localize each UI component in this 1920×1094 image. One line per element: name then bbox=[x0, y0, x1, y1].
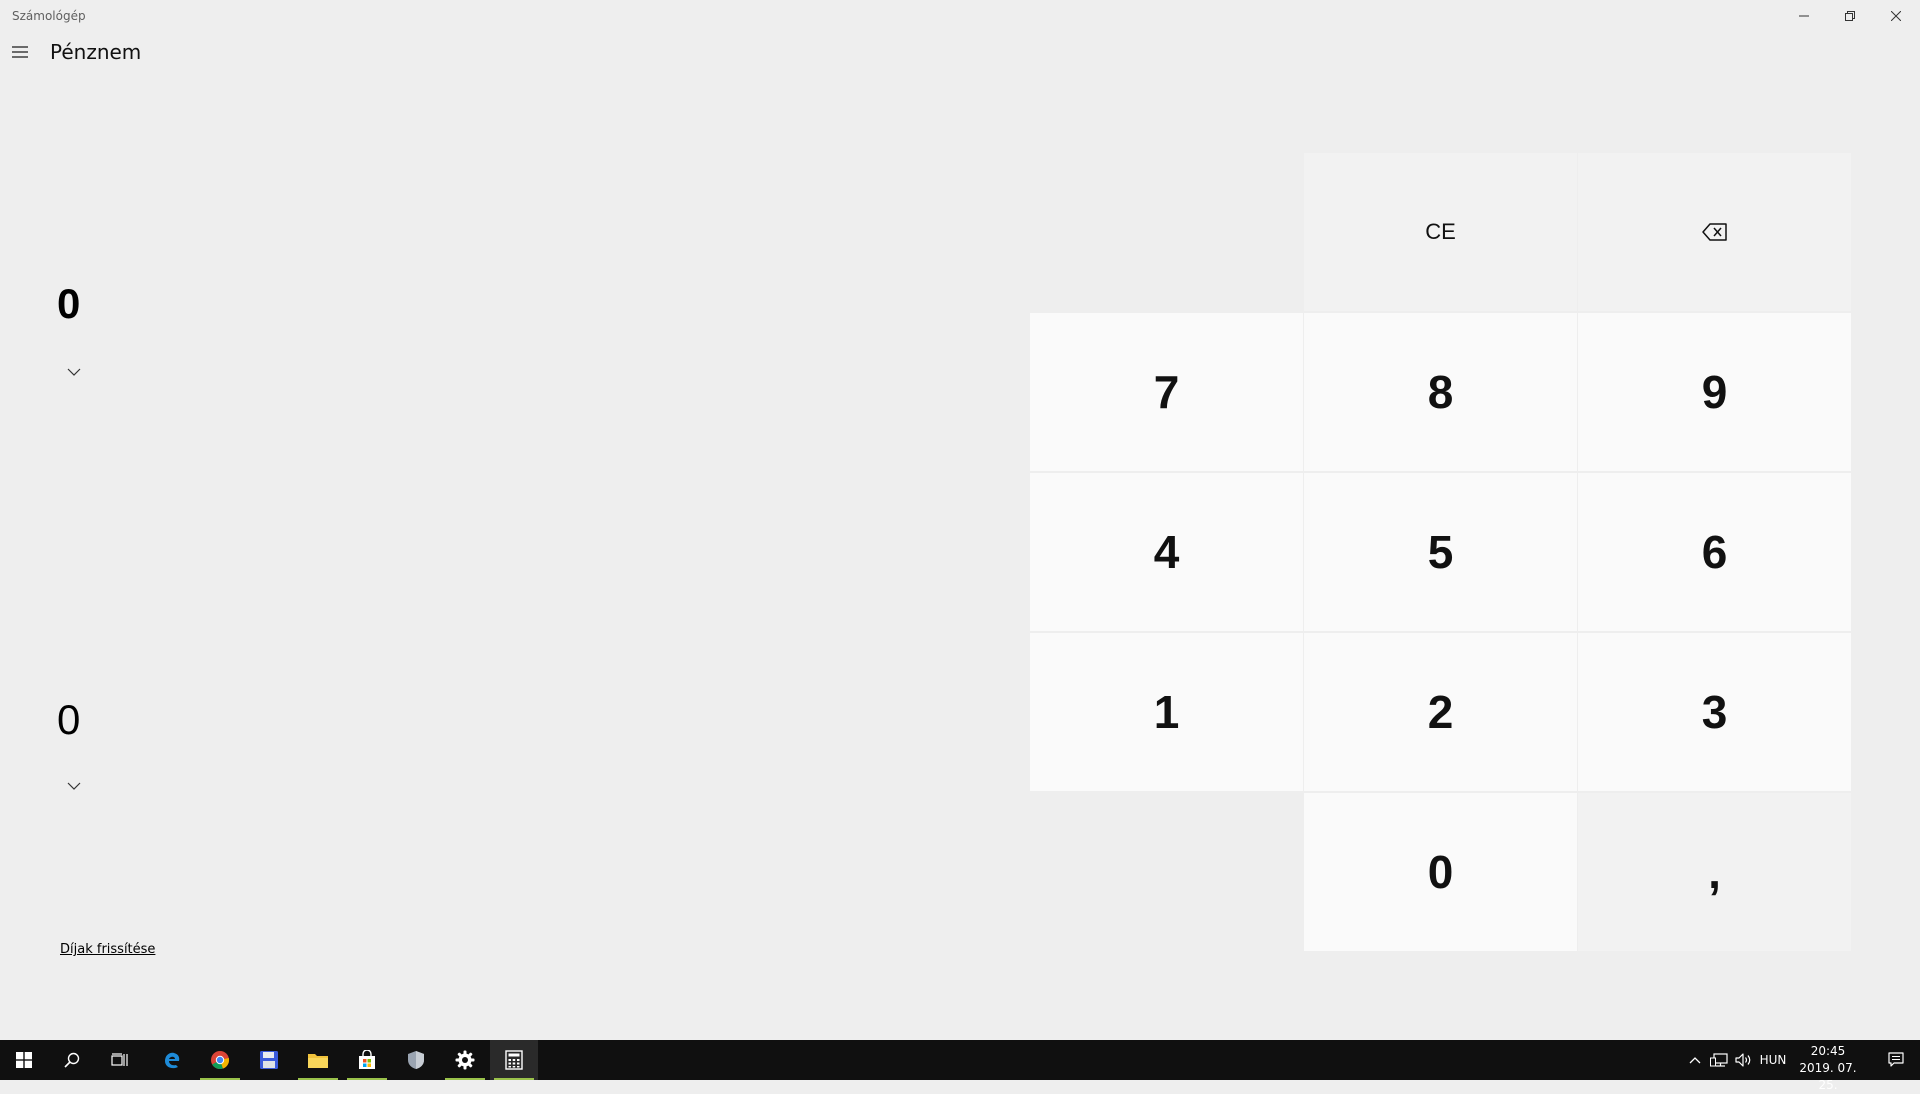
app-title: Számológép bbox=[12, 9, 86, 23]
clear-entry-label: CE bbox=[1425, 219, 1456, 244]
edge-browser-button[interactable] bbox=[148, 1040, 196, 1080]
to-value[interactable]: 0 bbox=[57, 696, 80, 744]
taskbar: HUN 20:45 2019. 07. 25. bbox=[0, 1040, 1920, 1092]
gear-icon bbox=[455, 1050, 475, 1070]
digit-7-button[interactable]: 7 bbox=[1030, 313, 1303, 471]
action-center-button[interactable] bbox=[1872, 1040, 1920, 1080]
start-button[interactable] bbox=[0, 1040, 48, 1080]
close-button[interactable] bbox=[1873, 0, 1919, 32]
network-button[interactable] bbox=[1707, 1040, 1731, 1080]
windows-logo-icon bbox=[16, 1052, 32, 1068]
backspace-icon bbox=[1701, 223, 1727, 241]
hamburger-icon bbox=[12, 46, 28, 58]
digit-label: 4 bbox=[1153, 526, 1180, 578]
clock-date: 2019. 07. 25. bbox=[1799, 1061, 1857, 1092]
title-bar: Számológép bbox=[0, 0, 1920, 32]
input-language-indicator[interactable]: HUN bbox=[1756, 1040, 1790, 1080]
digit-label: 3 bbox=[1701, 686, 1728, 738]
speaker-icon bbox=[1735, 1053, 1751, 1067]
digit-1-button[interactable]: 1 bbox=[1030, 633, 1303, 791]
search-button[interactable] bbox=[48, 1040, 96, 1080]
digit-9-button[interactable]: 9 bbox=[1578, 313, 1851, 471]
digit-label: 7 bbox=[1153, 366, 1180, 418]
edge-icon bbox=[165, 1052, 180, 1069]
folder-icon bbox=[308, 1054, 328, 1068]
floppy-disk-icon bbox=[260, 1051, 278, 1069]
close-icon bbox=[1891, 11, 1901, 21]
digit-4-button[interactable]: 4 bbox=[1030, 473, 1303, 631]
mode-title: Pénznem bbox=[50, 40, 142, 64]
decimal-label: , bbox=[1708, 846, 1721, 898]
navigation-menu-button[interactable] bbox=[6, 38, 34, 66]
volume-button[interactable] bbox=[1732, 1040, 1756, 1080]
calculator-icon bbox=[505, 1050, 523, 1070]
task-view-button[interactable] bbox=[96, 1040, 144, 1080]
chrome-browser-button[interactable] bbox=[196, 1040, 244, 1080]
shield-icon bbox=[408, 1051, 424, 1069]
digit-label: 0 bbox=[1427, 846, 1454, 898]
chevron-up-icon bbox=[1689, 1057, 1701, 1064]
digit-label: 8 bbox=[1427, 366, 1454, 418]
from-value[interactable]: 0 bbox=[57, 280, 80, 328]
search-icon bbox=[64, 1052, 80, 1068]
chevron-down-icon bbox=[67, 368, 81, 376]
clock-time: 20:45 bbox=[1810, 1044, 1846, 1058]
digit-label: 5 bbox=[1427, 526, 1454, 578]
digit-0-button[interactable]: 0 bbox=[1304, 793, 1577, 951]
chevron-down-icon bbox=[67, 782, 81, 790]
restore-button[interactable] bbox=[1827, 0, 1873, 32]
to-unit-dropdown[interactable] bbox=[64, 778, 84, 794]
decimal-separator-button[interactable]: , bbox=[1578, 793, 1851, 951]
language-label: HUN bbox=[1759, 1053, 1787, 1067]
task-view-icon bbox=[111, 1053, 128, 1066]
store-bag-icon bbox=[359, 1050, 375, 1069]
chrome-icon bbox=[211, 1051, 230, 1070]
digit-3-button[interactable]: 3 bbox=[1578, 633, 1851, 791]
settings-button[interactable] bbox=[441, 1040, 489, 1080]
backspace-button[interactable] bbox=[1578, 153, 1851, 311]
minimize-button[interactable] bbox=[1781, 0, 1827, 32]
digit-8-button[interactable]: 8 bbox=[1304, 313, 1577, 471]
file-explorer-button[interactable] bbox=[294, 1040, 342, 1080]
digit-label: 2 bbox=[1427, 686, 1454, 738]
digit-6-button[interactable]: 6 bbox=[1578, 473, 1851, 631]
network-icon bbox=[1710, 1053, 1728, 1067]
digit-label: 6 bbox=[1701, 526, 1728, 578]
calculator-taskbar-button[interactable] bbox=[490, 1040, 538, 1080]
from-unit-dropdown[interactable] bbox=[64, 364, 84, 380]
store-button[interactable] bbox=[343, 1040, 391, 1080]
clock[interactable]: 20:45 2019. 07. 25. bbox=[1788, 1043, 1868, 1094]
digit-label: 1 bbox=[1153, 686, 1180, 738]
show-hidden-icons-button[interactable] bbox=[1684, 1040, 1706, 1080]
notification-icon bbox=[1888, 1052, 1904, 1067]
digit-5-button[interactable]: 5 bbox=[1304, 473, 1577, 631]
defender-button[interactable] bbox=[392, 1040, 440, 1080]
clear-entry-button[interactable]: CE bbox=[1304, 153, 1577, 311]
restore-icon bbox=[1845, 11, 1855, 21]
digit-label: 9 bbox=[1701, 366, 1728, 418]
minimize-icon bbox=[1799, 15, 1809, 17]
refresh-rates-link[interactable]: Díjak frissítése bbox=[60, 942, 155, 957]
save-app-button[interactable] bbox=[245, 1040, 293, 1080]
digit-2-button[interactable]: 2 bbox=[1304, 633, 1577, 791]
